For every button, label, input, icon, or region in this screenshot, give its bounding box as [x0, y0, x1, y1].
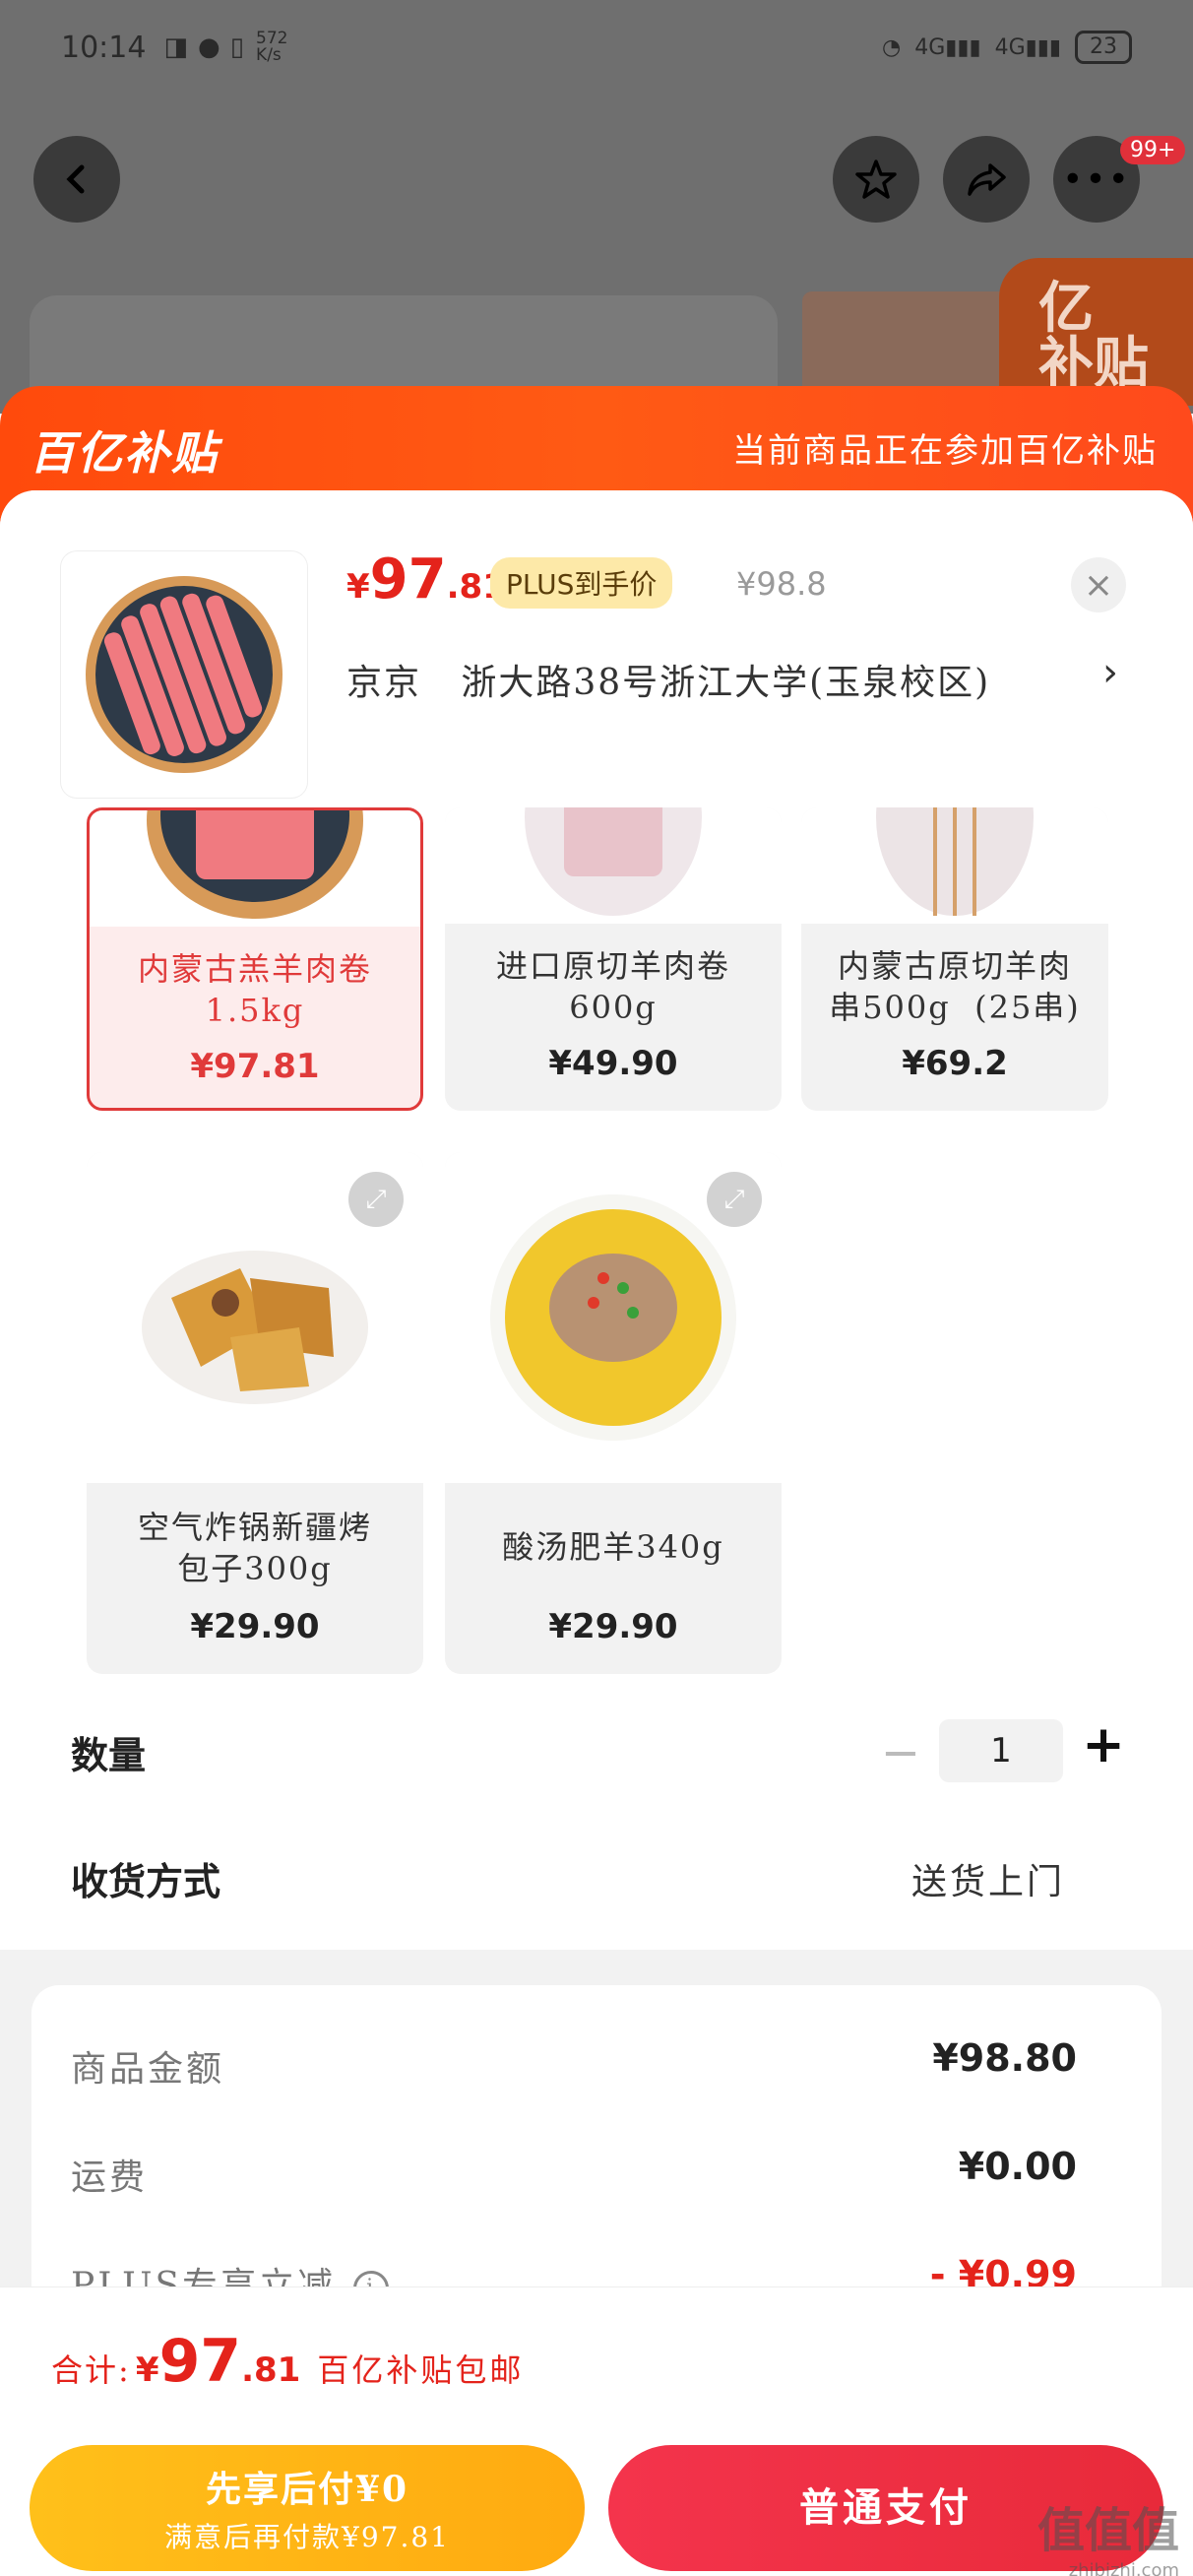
cart-badge: 99+	[1120, 136, 1186, 164]
quantity-label: 数量	[71, 1734, 147, 1777]
quantity-plus-button[interactable]: +	[1077, 1715, 1130, 1774]
option-name: 内蒙古原切羊肉 串500g (25串)	[829, 947, 1081, 1026]
battery-icon: 23	[1075, 31, 1132, 64]
option-card[interactable]: ⤢ 空气炸锅新疆烤 包子300g ¥29.90	[87, 1152, 423, 1674]
option-image	[445, 807, 782, 924]
plus-price-badge: PLUS到手价	[490, 557, 673, 609]
delivery-label: 收货方式	[71, 1860, 221, 1903]
location-icon: ●	[198, 32, 220, 62]
total-symbol: ¥	[135, 2351, 159, 2390]
network-speed: 572 K/s	[256, 29, 288, 65]
vibrate-icon: ▯	[229, 32, 245, 62]
option-image	[801, 807, 1108, 924]
delivery-method[interactable]: 送货上门	[911, 1853, 1065, 1904]
watermark-site: zhibizhi.com	[1068, 2560, 1179, 2576]
original-price: ¥98.8	[736, 565, 827, 603]
option-grid: 内蒙古羔羊肉卷 1.5kg ¥97.81 进口原切羊肉卷 600g ¥49.90…	[0, 807, 1193, 1950]
total-note: 百亿补贴包邮	[317, 2351, 525, 2389]
share-icon	[968, 163, 1006, 196]
amount-value: ¥98.80	[932, 2036, 1077, 2080]
status-bar: 10:14 ◨ ● ▯ 572 K/s ◔ 4G▮▮▮ 4G▮▮▮ 23	[61, 28, 1132, 67]
option-name: 酸汤肥羊340g	[502, 1528, 724, 1566]
pay-later-title: 先享后付¥0	[205, 2469, 409, 2510]
background-subsidy-tag: 亿 补贴	[999, 258, 1193, 406]
option-name: 内蒙古羔羊肉卷 1.5kg	[137, 950, 372, 1029]
total-amount: 合计: ¥97.81 百亿补贴包邮	[51, 2327, 524, 2396]
subsidy-logo: 百亿补贴	[30, 426, 219, 480]
amount-label: 运费	[71, 2157, 149, 2198]
product-thumbnail	[61, 551, 307, 798]
price-integer: 97	[369, 547, 447, 612]
close-button[interactable]: ×	[1071, 557, 1126, 612]
option-price: ¥29.90	[190, 1607, 320, 1646]
favorite-button[interactable]	[833, 136, 919, 223]
option-card[interactable]: 内蒙古原切羊肉 串500g (25串) ¥69.2	[801, 807, 1108, 1111]
option-price: ¥97.81	[190, 1047, 320, 1086]
signal-icon-1: 4G▮▮▮	[914, 34, 981, 60]
share-button[interactable]	[943, 136, 1030, 223]
more-dots-icon: •••	[1062, 159, 1131, 200]
expand-icon[interactable]: ⤢	[348, 1172, 404, 1227]
watermark: 值值值 zhibizhi.com	[1037, 2491, 1179, 2576]
expand-icon[interactable]: ⤢	[707, 1172, 762, 1227]
total-label: 合计:	[51, 2351, 131, 2389]
option-card[interactable]: ⤢ 酸汤肥羊340g ¥29.90	[445, 1152, 782, 1674]
checkout-bar: 合计: ¥97.81 百亿补贴包邮 先享后付¥0 满意后再付款¥97.81 普通…	[0, 2286, 1193, 2576]
pay-later-subtitle: 满意后再付款¥97.81	[164, 2521, 450, 2553]
price-symbol: ¥	[346, 567, 370, 607]
pay-later-button[interactable]: 先享后付¥0 满意后再付款¥97.81	[30, 2445, 585, 2571]
total-integer: 97	[158, 2327, 242, 2396]
option-price: ¥69.2	[902, 1044, 1008, 1083]
total-decimal: .81	[241, 2351, 301, 2390]
wifi-icon: ◔	[882, 34, 902, 60]
watermark-logo: 值值值	[1036, 2503, 1179, 2558]
star-icon	[855, 160, 897, 199]
subsidy-note: 当前商品正在参加百亿补贴	[732, 431, 1158, 471]
delivery-address[interactable]: 京京 浙大路38号浙江大学(玉泉校区)	[346, 654, 990, 705]
sour-soup-lamb-image	[490, 1194, 736, 1441]
background-page: 10:14 ◨ ● ▯ 572 K/s ◔ 4G▮▮▮ 4G▮▮▮ 23 •••…	[0, 0, 1193, 443]
amount-value: ¥0.00	[958, 2145, 1077, 2188]
option-card[interactable]: 内蒙古羔羊肉卷 1.5kg ¥97.81	[87, 807, 423, 1111]
back-button[interactable]	[33, 136, 120, 223]
option-card[interactable]: 进口原切羊肉卷 600g ¥49.90	[445, 807, 782, 1111]
quantity-input[interactable]: 1	[939, 1719, 1063, 1782]
option-image	[90, 810, 420, 927]
nfc-icon: ◨	[163, 32, 189, 62]
lamb-roll-image	[86, 576, 283, 773]
chevron-right-icon[interactable]: ›	[1102, 650, 1118, 695]
option-price: ¥29.90	[548, 1607, 678, 1646]
back-arrow-icon	[66, 164, 85, 194]
status-time: 10:14	[61, 30, 147, 65]
option-price: ¥49.90	[548, 1044, 678, 1083]
baked-bun-image	[142, 1251, 368, 1404]
quantity-minus-button[interactable]: −	[876, 1725, 925, 1780]
option-name: 空气炸锅新疆烤 包子300g	[137, 1509, 372, 1587]
product-price: ¥97.81	[346, 547, 506, 612]
amount-label: 商品金额	[71, 2049, 225, 2090]
option-name: 进口原切羊肉卷 600g	[495, 947, 730, 1026]
signal-icon-2: 4G▮▮▮	[994, 34, 1061, 60]
